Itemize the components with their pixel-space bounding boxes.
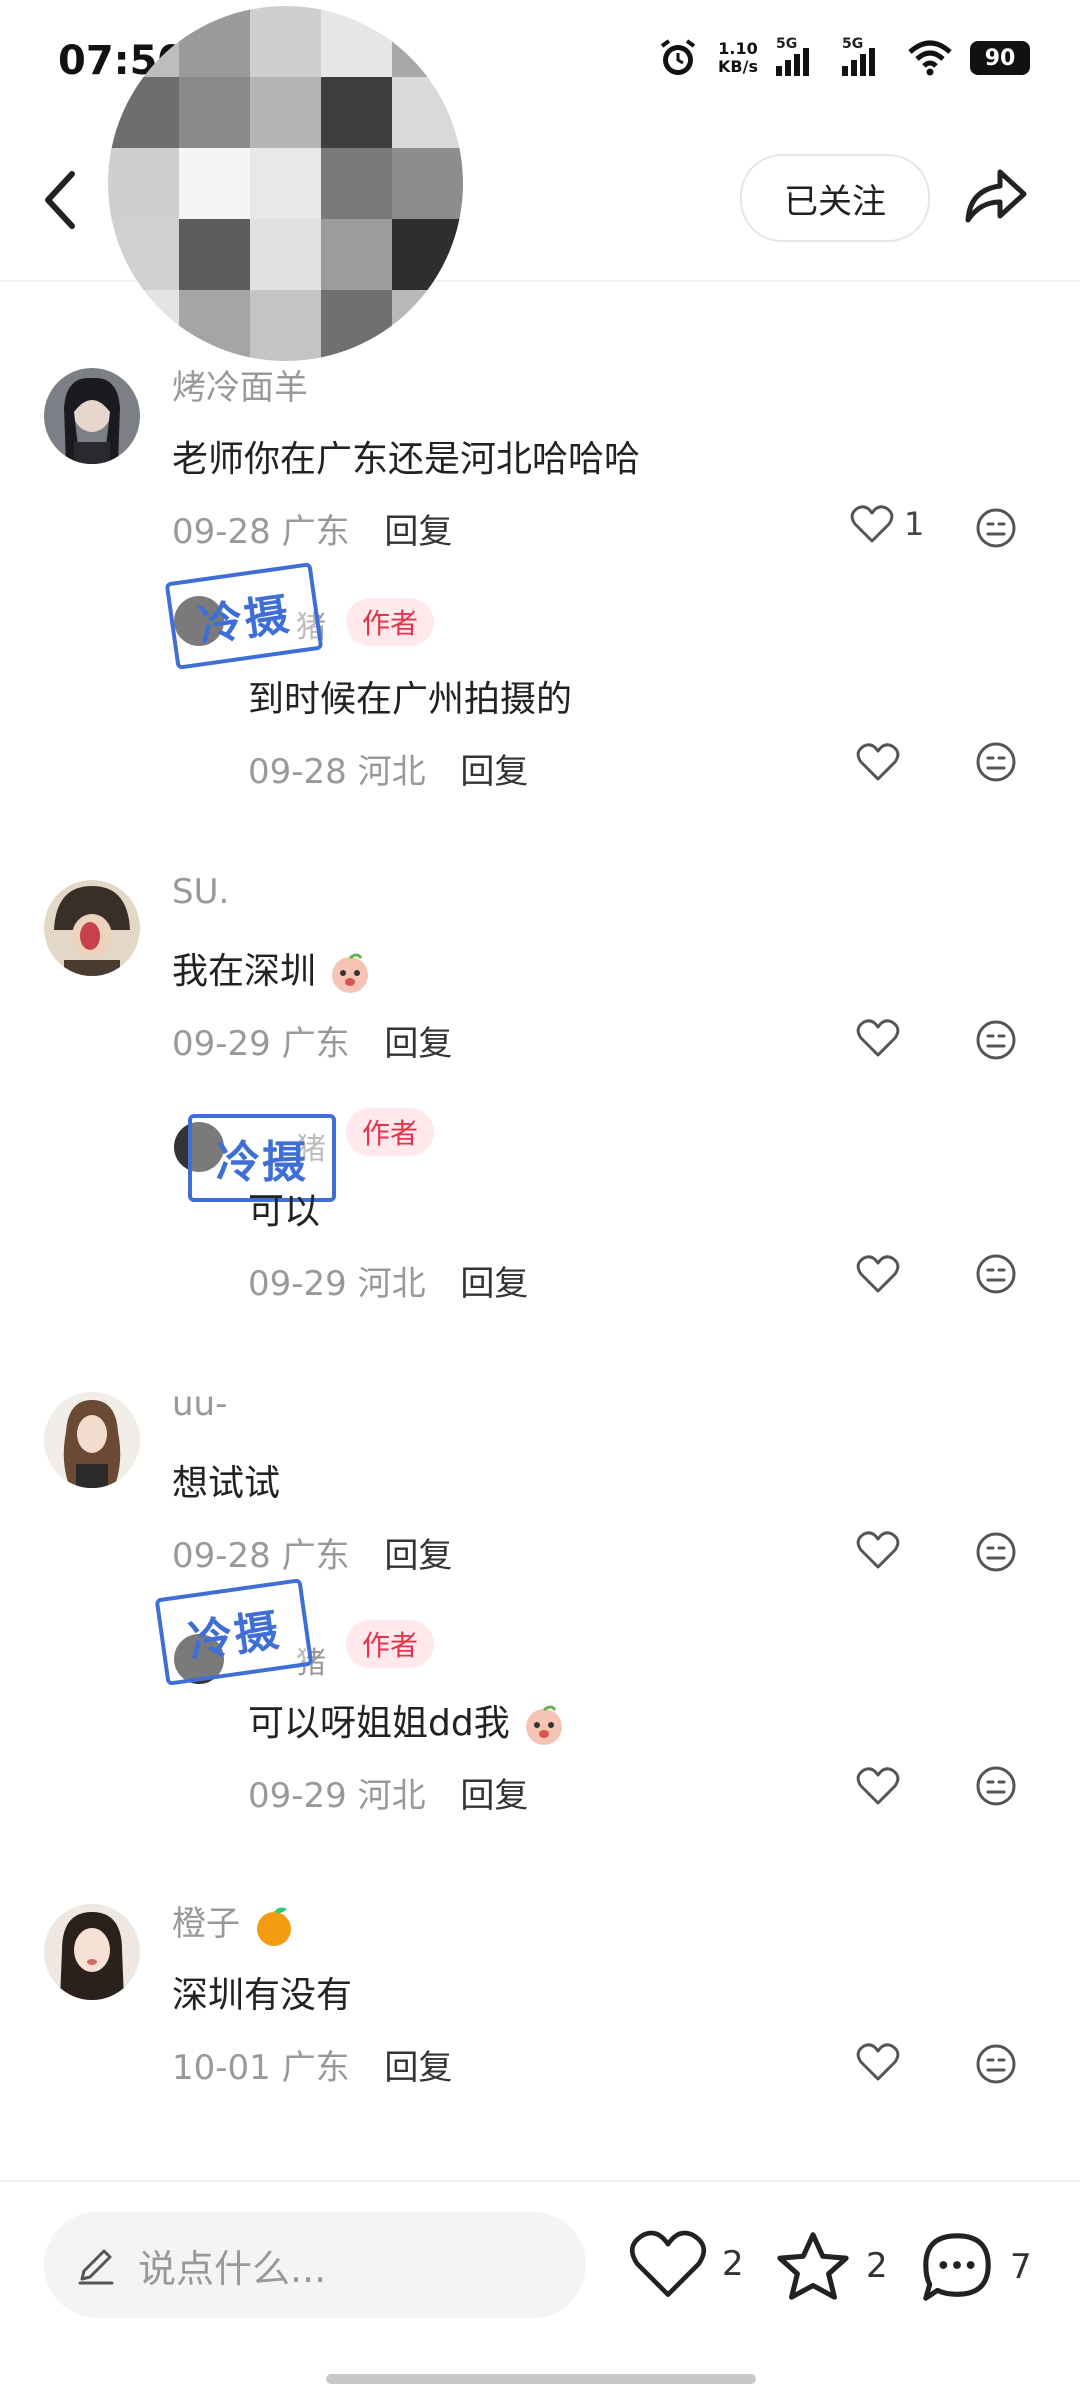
comment-date: 09-29 bbox=[172, 1024, 271, 1064]
author-badge: 作者 bbox=[346, 598, 435, 646]
reply-meta: 09-29 河北 回复 bbox=[248, 1768, 528, 1817]
meh-face-icon[interactable] bbox=[974, 1764, 1018, 1808]
wifi-icon bbox=[908, 40, 952, 76]
comment-text: 我在深圳 bbox=[172, 942, 373, 996]
reply-meta: 09-29 河北 回复 bbox=[248, 1256, 528, 1305]
comment-meta: 09-29 广东 回复 bbox=[172, 1016, 452, 1065]
chevron-left-icon[interactable] bbox=[38, 168, 86, 232]
input-placeholder: 说点什么... bbox=[138, 2246, 327, 2291]
comment-meta: 09-28 广东 回复 bbox=[172, 504, 452, 553]
meh-face-icon[interactable] bbox=[974, 1530, 1018, 1574]
reply-button[interactable]: 回复 bbox=[460, 1264, 528, 1304]
reply-text: 可以呀姐姐dd我 bbox=[248, 1694, 567, 1748]
commenter-name[interactable]: 烤冷面羊 bbox=[172, 360, 308, 409]
meh-face-icon[interactable] bbox=[974, 2042, 1018, 2086]
network-speed: 1.10 KB/s bbox=[718, 39, 758, 76]
peach-emoji-icon bbox=[332, 953, 369, 993]
comment-date: 09-28 bbox=[172, 1536, 271, 1576]
heart-icon[interactable] bbox=[856, 1254, 900, 1294]
comment-location: 广东 bbox=[281, 1024, 350, 1064]
chat-bubble-icon bbox=[923, 2233, 991, 2301]
avatar[interactable] bbox=[44, 1904, 140, 2000]
avatar[interactable] bbox=[44, 1392, 140, 1488]
like-post-button[interactable]: 2 bbox=[628, 2228, 744, 2300]
comment-text: 想试试 bbox=[172, 1463, 281, 1504]
watermark-stamp: 冷摄 bbox=[154, 1578, 314, 1686]
follow-button[interactable]: 已关注 bbox=[740, 154, 930, 242]
heart-icon bbox=[629, 2230, 707, 2297]
star-icon bbox=[777, 2232, 849, 2300]
avatar[interactable] bbox=[44, 368, 140, 464]
reply-text: 可以 bbox=[248, 1191, 321, 1232]
author-badge: 作者 bbox=[346, 1108, 435, 1156]
author-badge: 作者 bbox=[346, 1620, 435, 1668]
signal-2-icon: 5G bbox=[842, 36, 890, 76]
comment-location: 广东 bbox=[281, 512, 350, 552]
comment-input[interactable]: 说点什么... bbox=[44, 2212, 586, 2318]
meh-face-icon[interactable] bbox=[974, 1252, 1018, 1296]
comment-text: 老师你在广东还是河北哈哈哈 bbox=[172, 439, 641, 480]
reply-meta: 09-28 河北 回复 bbox=[248, 744, 528, 793]
pencil-icon bbox=[78, 2249, 114, 2285]
heart-icon[interactable] bbox=[856, 1530, 900, 1570]
author-avatar-mosaic[interactable] bbox=[108, 6, 463, 361]
bottom-action-bar: 说点什么... 2 2 7 bbox=[0, 2180, 1080, 2402]
comment-meta: 09-28 广东 回复 bbox=[172, 1528, 452, 1577]
comment-date: 09-28 bbox=[172, 512, 271, 552]
like-count: 1 bbox=[904, 505, 925, 543]
reply-button[interactable]: 回复 bbox=[384, 1024, 452, 1064]
comment-meta: 10-01 广东 回复 bbox=[172, 2040, 452, 2089]
mosaic-image bbox=[108, 6, 463, 361]
commenter-name[interactable]: SU. bbox=[172, 872, 229, 912]
reply-location: 河北 bbox=[357, 1776, 426, 1816]
signal-1-icon: 5G bbox=[776, 36, 824, 76]
peach-emoji-icon bbox=[526, 1705, 563, 1745]
comment-date: 10-01 bbox=[172, 2048, 271, 2088]
reply-location: 河北 bbox=[357, 1264, 426, 1304]
battery-indicator: 90 bbox=[970, 41, 1030, 75]
reply-date: 09-29 bbox=[248, 1776, 347, 1816]
orange-emoji-icon bbox=[256, 1907, 291, 1946]
watermark-stamp: 冷摄 bbox=[164, 562, 324, 670]
reply-date: 09-28 bbox=[248, 752, 347, 792]
heart-icon[interactable] bbox=[856, 1018, 900, 1058]
home-indicator[interactable] bbox=[326, 2374, 756, 2384]
favorite-count: 2 bbox=[866, 2246, 888, 2286]
comment-button[interactable]: 7 bbox=[918, 2228, 1032, 2306]
reply-button[interactable]: 回复 bbox=[384, 1536, 452, 1576]
reply-button[interactable]: 回复 bbox=[384, 2048, 452, 2088]
comment-text: 深圳有没有 bbox=[172, 1975, 353, 2016]
commenter-name[interactable]: 橙子 bbox=[172, 1896, 297, 1949]
commenter-name[interactable]: uu- bbox=[172, 1384, 227, 1424]
like-count: 2 bbox=[722, 2244, 744, 2284]
avatar[interactable] bbox=[44, 880, 140, 976]
reply-button[interactable]: 回复 bbox=[460, 1776, 528, 1816]
comment-count: 7 bbox=[1010, 2247, 1032, 2287]
reply-date: 09-29 bbox=[248, 1264, 347, 1304]
comment-location: 广东 bbox=[281, 1536, 350, 1576]
favorite-button[interactable]: 2 bbox=[774, 2228, 888, 2304]
comment-location: 广东 bbox=[281, 2048, 350, 2088]
meh-face-icon[interactable] bbox=[974, 506, 1018, 550]
heart-icon bbox=[850, 505, 894, 543]
like-button[interactable]: 1 bbox=[850, 504, 924, 544]
status-icons: 1.10 KB/s 5G 5G 90 bbox=[656, 36, 1030, 80]
reply-button[interactable]: 回复 bbox=[384, 512, 452, 552]
alarm-icon bbox=[660, 39, 696, 75]
meh-face-icon[interactable] bbox=[974, 740, 1018, 784]
reply-button[interactable]: 回复 bbox=[460, 752, 528, 792]
reply-location: 河北 bbox=[357, 752, 426, 792]
share-arrow-icon[interactable] bbox=[960, 160, 1030, 230]
heart-icon[interactable] bbox=[856, 742, 900, 782]
reply-text: 到时候在广州拍摄的 bbox=[248, 679, 573, 720]
heart-icon[interactable] bbox=[856, 2042, 900, 2082]
heart-icon[interactable] bbox=[856, 1766, 900, 1806]
meh-face-icon[interactable] bbox=[974, 1018, 1018, 1062]
